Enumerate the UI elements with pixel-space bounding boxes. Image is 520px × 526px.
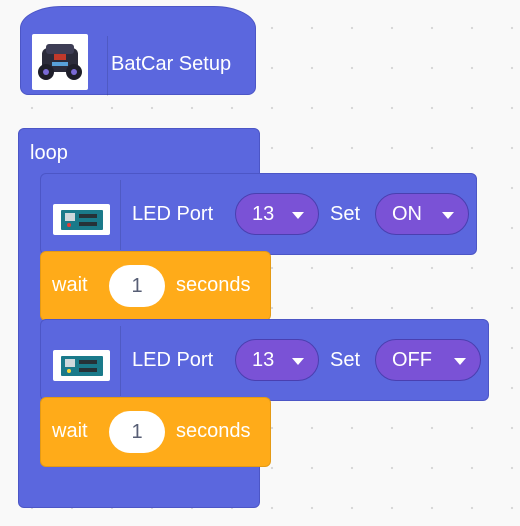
led-port-label: LED Port <box>132 203 214 225</box>
caret-down-icon <box>454 358 466 365</box>
seconds-value: 1 <box>131 420 143 443</box>
block-divider <box>120 180 121 250</box>
seconds-input[interactable]: 1 <box>109 265 165 307</box>
state-dropdown[interactable]: OFF <box>375 339 481 381</box>
set-label: Set <box>330 203 361 225</box>
robot-car-image <box>32 34 88 90</box>
seconds-value: 1 <box>131 274 143 297</box>
port-value: 13 <box>252 202 275 225</box>
state-value: OFF <box>392 348 432 371</box>
block-divider <box>120 326 121 396</box>
led-port-label: LED Port <box>132 349 214 371</box>
caret-down-icon <box>442 212 454 219</box>
port-dropdown[interactable]: 13 <box>235 339 319 381</box>
port-value: 13 <box>252 348 275 371</box>
wait-block[interactable]: wait 1 seconds <box>40 251 271 321</box>
wait-label: wait <box>52 420 88 442</box>
caret-down-icon <box>292 358 304 365</box>
seconds-input[interactable]: 1 <box>109 411 165 453</box>
arduino-board-image <box>53 350 110 381</box>
wait-block[interactable]: wait 1 seconds <box>40 397 271 467</box>
caret-down-icon <box>292 212 304 219</box>
seconds-label: seconds <box>176 274 251 296</box>
wait-label: wait <box>52 274 88 296</box>
loop-label: loop <box>30 142 68 164</box>
led-port-block[interactable]: LED Port 13 Set OFF <box>40 319 489 401</box>
state-dropdown[interactable]: ON <box>375 193 469 235</box>
seconds-label: seconds <box>176 420 251 442</box>
setup-label: BatCar Setup <box>111 53 232 75</box>
block-divider <box>107 36 108 96</box>
batcar-setup-block[interactable]: BatCar Setup <box>20 6 256 96</box>
port-dropdown[interactable]: 13 <box>235 193 319 235</box>
arduino-board-image <box>53 204 110 235</box>
set-label: Set <box>330 349 361 371</box>
state-value: ON <box>392 202 422 225</box>
led-port-block[interactable]: LED Port 13 Set ON <box>40 173 477 255</box>
